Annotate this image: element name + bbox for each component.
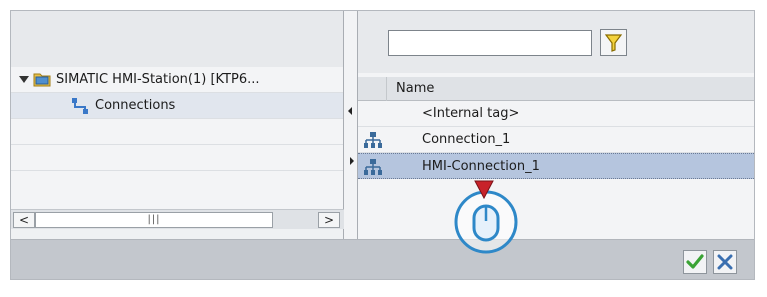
close-x-icon: [717, 254, 733, 270]
tree-empty-row: [11, 119, 343, 145]
project-tree-pane: SIMATIC HMI-Station(1) [KTP6... Connecti…: [11, 11, 344, 239]
connections-label: Connections: [95, 98, 176, 113]
tag-list-pane: Name <Internal tag> Connection_1 HMI-Con…: [358, 11, 754, 239]
network-connection-icon: [364, 159, 382, 175]
tree-empty-row: [11, 145, 343, 171]
table-row-internal-tag[interactable]: <Internal tag>: [358, 101, 754, 127]
name-column-label: Name: [396, 81, 435, 96]
filter-search-input[interactable]: [388, 30, 592, 56]
scroll-thumb[interactable]: |||: [35, 212, 273, 228]
scroll-right-button[interactable]: >: [318, 212, 340, 228]
tag-selection-dialog: SIMATIC HMI-Station(1) [KTP6... Connecti…: [10, 10, 755, 280]
scroll-left-button[interactable]: <: [13, 212, 35, 228]
checkmark-icon: [686, 254, 704, 269]
expand-right-arrow-icon[interactable]: [350, 157, 354, 165]
column-separator: [386, 77, 387, 101]
tree-item-connections[interactable]: Connections: [11, 93, 343, 119]
mouse-click-cursor-icon: [454, 180, 518, 254]
table-row-connection-1[interactable]: Connection_1: [358, 127, 754, 153]
hmi-station-label: SIMATIC HMI-Station(1) [KTP6...: [56, 72, 260, 87]
name-column-header[interactable]: Name: [358, 77, 754, 101]
filter-toolbar: [358, 11, 754, 73]
pane-splitter[interactable]: [344, 11, 358, 239]
dialog-button-bar: [11, 239, 754, 279]
table-empty-area: [358, 179, 754, 239]
ok-button[interactable]: [683, 250, 707, 274]
row-label: <Internal tag>: [422, 106, 520, 121]
tree-horizontal-scrollbar[interactable]: < ||| >: [11, 209, 344, 229]
filter-funnel-icon: [604, 34, 623, 52]
tree-empty-area: [11, 171, 343, 209]
tree-header: [11, 11, 343, 67]
collapse-left-arrow-icon[interactable]: [348, 107, 352, 115]
hmi-station-folder-icon: [33, 73, 51, 87]
tree-item-hmi-station[interactable]: SIMATIC HMI-Station(1) [KTP6...: [11, 67, 343, 93]
table-row-hmi-connection-1[interactable]: HMI-Connection_1: [358, 153, 754, 179]
connections-icon: [72, 98, 88, 114]
network-connection-icon: [364, 132, 382, 148]
tree-expand-arrow-icon[interactable]: [19, 76, 29, 83]
screenshot-frame: SIMATIC HMI-Station(1) [KTP6... Connecti…: [0, 0, 767, 297]
cancel-button[interactable]: [713, 250, 737, 274]
row-label: Connection_1: [422, 132, 511, 147]
row-label: HMI-Connection_1: [422, 159, 540, 174]
filter-button[interactable]: [600, 29, 627, 56]
